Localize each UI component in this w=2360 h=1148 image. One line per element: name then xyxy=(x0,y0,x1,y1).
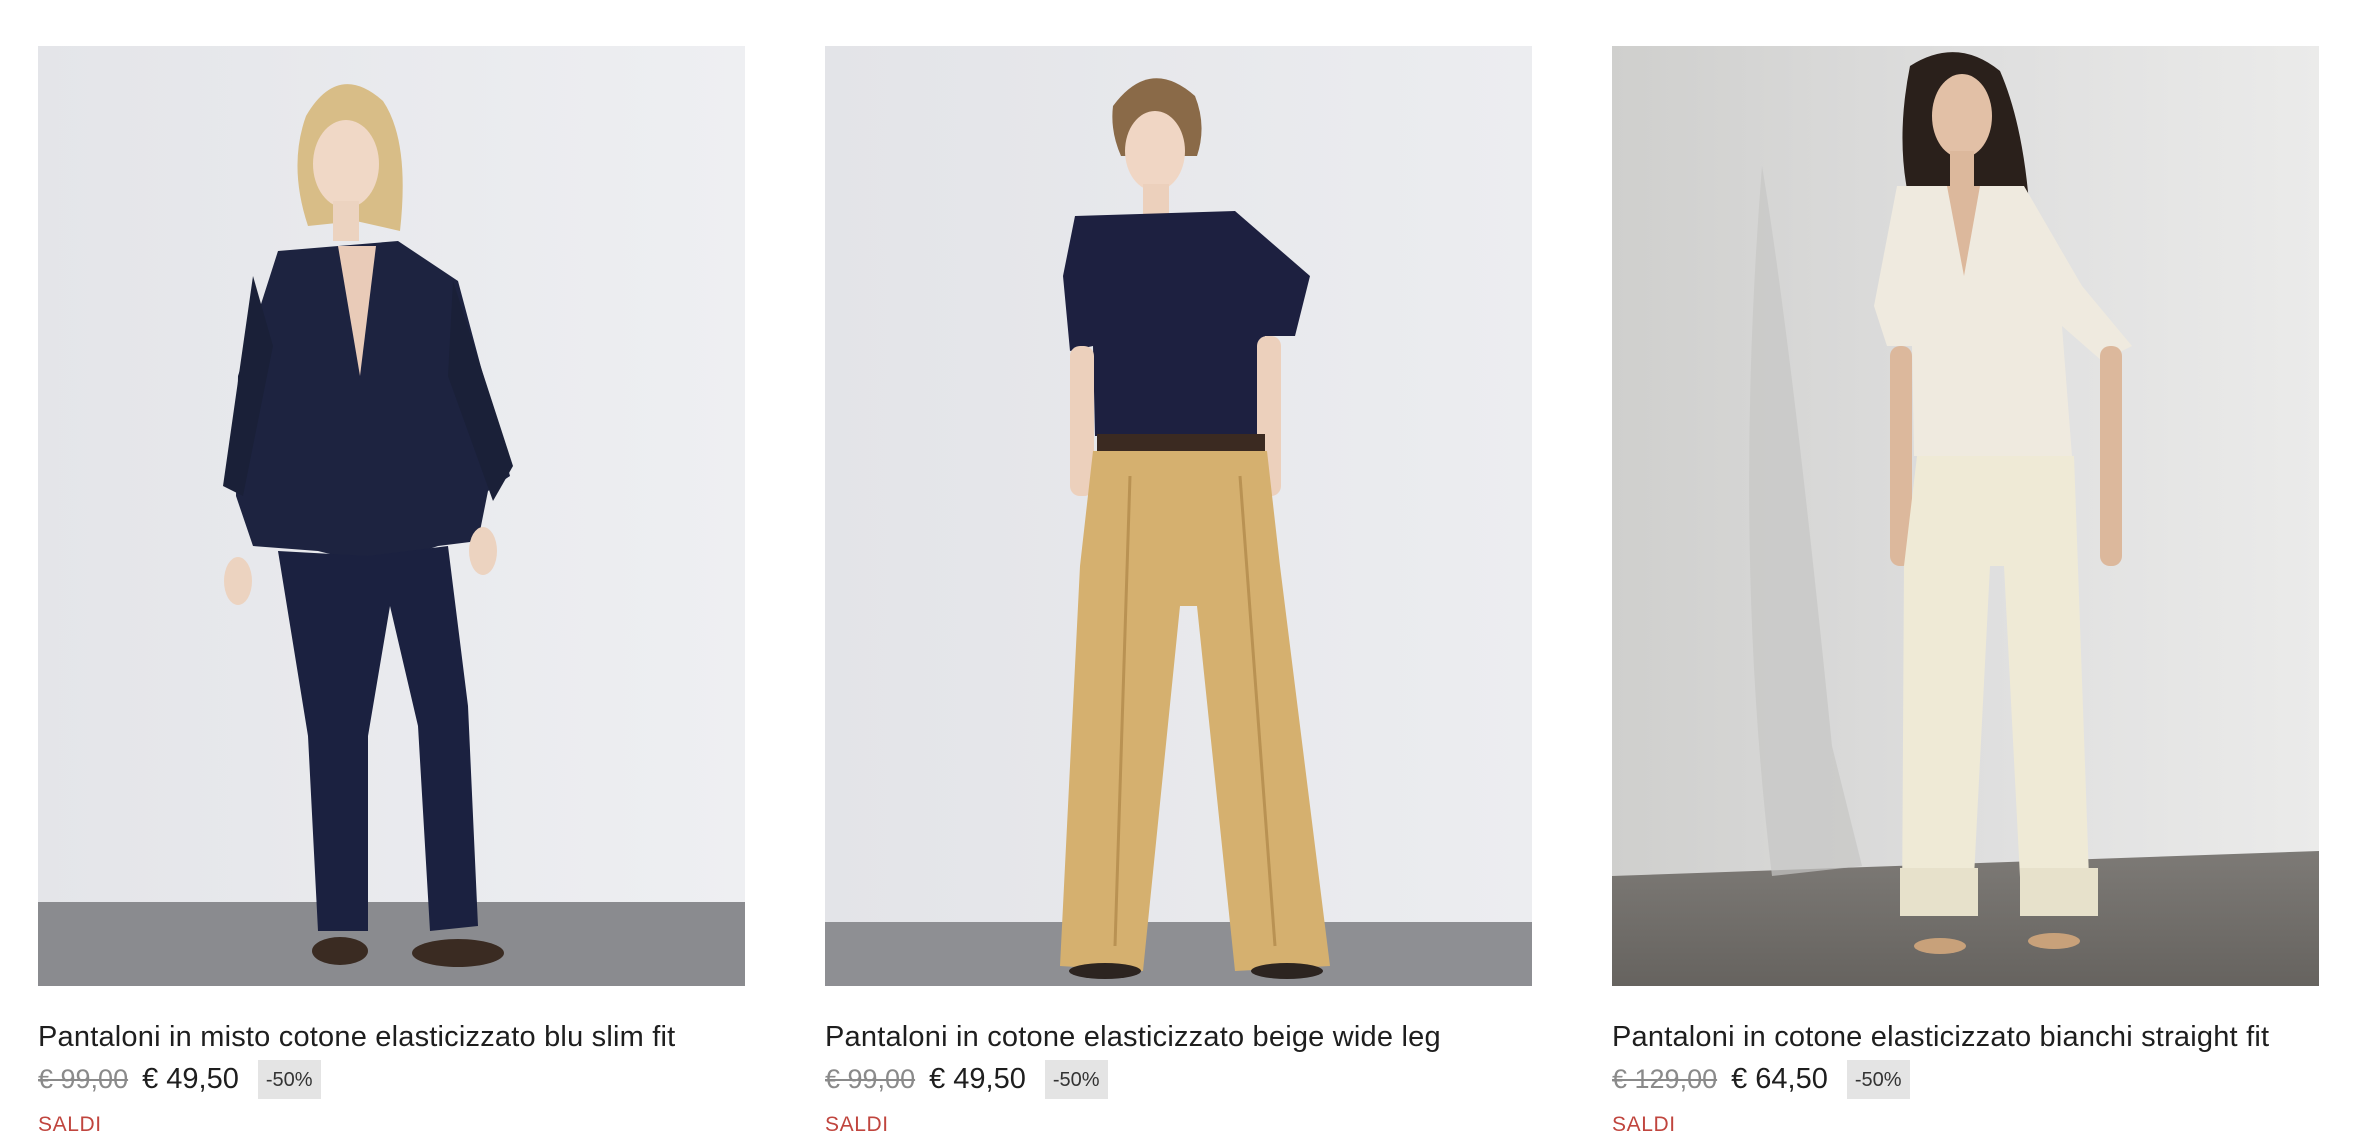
original-price: € 99,00 xyxy=(825,1063,916,1094)
model-navy-suit-photo xyxy=(38,46,745,986)
product-image[interactable] xyxy=(38,46,745,986)
model-ivory-straight-fit-photo xyxy=(1612,46,2319,986)
discount-badge: -50% xyxy=(1044,1059,1108,1099)
discount-badge: -50% xyxy=(257,1059,321,1099)
product-card[interactable]: Pantaloni in cotone elasticizzato bianch… xyxy=(1612,46,2319,1137)
sale-price: € 49,50 xyxy=(929,1062,1026,1095)
sale-price: € 49,50 xyxy=(142,1062,239,1095)
price-row: € 129,00 € 64,50 -50% xyxy=(1612,1059,2319,1099)
product-title[interactable]: Pantaloni in cotone elasticizzato bianch… xyxy=(1612,1019,2319,1055)
product-title[interactable]: Pantaloni in cotone elasticizzato beige … xyxy=(825,1019,1532,1055)
original-price: € 99,00 xyxy=(38,1063,129,1094)
product-card[interactable]: Pantaloni in cotone elasticizzato beige … xyxy=(825,46,1532,1137)
product-grid: Pantaloni in misto cotone elasticizzato … xyxy=(0,0,2360,1148)
model-beige-wide-leg-photo xyxy=(825,46,1532,986)
sale-label: SALDI xyxy=(1612,1113,1676,1136)
price-row: € 99,00 € 49,50 -50% xyxy=(38,1059,745,1099)
original-price: € 129,00 xyxy=(1612,1063,1718,1094)
product-card[interactable]: Pantaloni in misto cotone elasticizzato … xyxy=(38,46,745,1137)
product-title[interactable]: Pantaloni in misto cotone elasticizzato … xyxy=(38,1019,745,1055)
sale-label: SALDI xyxy=(38,1113,102,1136)
price-row: € 99,00 € 49,50 -50% xyxy=(825,1059,1532,1099)
product-image[interactable] xyxy=(825,46,1532,986)
sale-label: SALDI xyxy=(825,1113,889,1136)
sale-price: € 64,50 xyxy=(1731,1062,1828,1095)
discount-badge: -50% xyxy=(1846,1059,1910,1099)
product-image[interactable] xyxy=(1612,46,2319,986)
